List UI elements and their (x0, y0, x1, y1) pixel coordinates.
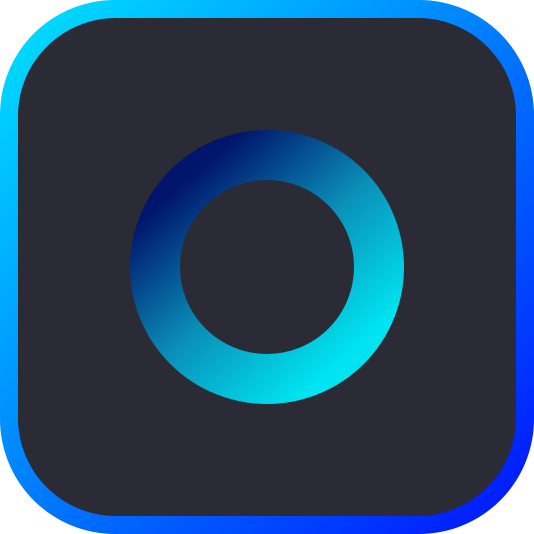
icon-background (18, 18, 516, 516)
app-icon (0, 0, 534, 534)
ring-logo-icon (0, 0, 534, 534)
